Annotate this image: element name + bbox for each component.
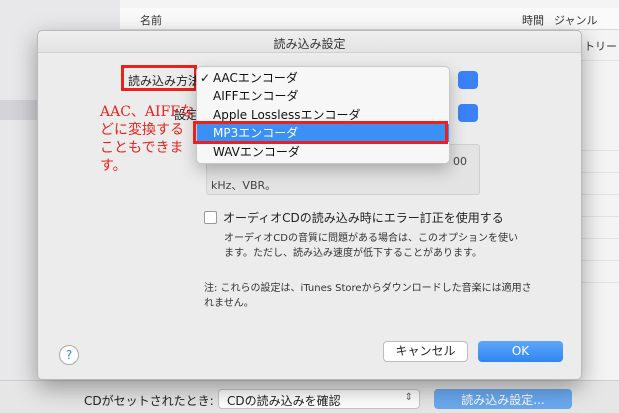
table-row (577, 260, 619, 261)
encoder-dropdown-menu: ✓ AACエンコーダ AIFFエンコーダ Apple Losslessエンコーダ… (196, 66, 450, 164)
cancel-button[interactable]: キャンセル (383, 341, 468, 362)
info-text-tail: 00 (453, 155, 467, 168)
menu-item-label: AIFFエンコーダ (213, 89, 299, 103)
error-correction-label: オーディオCDの読み込み時にエラー訂正を使用する (223, 211, 504, 225)
menu-item-label: MP3エンコーダ (213, 126, 299, 140)
menu-item-mp3[interactable]: MP3エンコーダ (197, 124, 449, 142)
error-correction-option[interactable]: オーディオCDの読み込み時にエラー訂正を使用する (204, 209, 504, 226)
table-row (577, 238, 619, 239)
cd-insert-select[interactable]: CDの読み込みを確認 ⇕ (218, 389, 420, 409)
annotation-text: AAC、AIFFなどに変換することもできます。 (100, 104, 195, 174)
error-correction-checkbox[interactable] (204, 211, 217, 224)
menu-item-aac[interactable]: ✓ AACエンコーダ (197, 69, 449, 87)
menu-item-apple-lossless[interactable]: Apple Losslessエンコーダ (197, 106, 449, 124)
column-name[interactable]: 名前 (140, 12, 162, 28)
table-row (577, 194, 619, 195)
table-row (577, 172, 619, 173)
menu-item-label: Apple Losslessエンコーダ (213, 108, 361, 122)
row-text: トリー (584, 40, 617, 53)
menu-item-label: WAVエンコーダ (213, 145, 300, 159)
menu-item-label: AACエンコーダ (213, 71, 298, 85)
setting-select-arrow[interactable] (458, 104, 478, 122)
cd-insert-label: CDがセットされたとき: (84, 394, 214, 408)
table-row (577, 60, 619, 61)
menu-item-aiff[interactable]: AIFFエンコーダ (197, 87, 449, 105)
import-settings-button[interactable]: 読み込み設定... (434, 389, 572, 409)
chevron-updown-icon: ⇕ (404, 392, 413, 403)
dialog-title: 読み込み設定 (38, 31, 581, 53)
error-correction-description: オーディオCDの音質に問題がある場合は、このオプションを使います。ただし、読み込… (224, 233, 518, 259)
help-button[interactable]: ? (59, 345, 79, 365)
import-method-select-arrow[interactable] (458, 71, 478, 89)
column-genre[interactable]: ジャンル (554, 12, 597, 28)
checkmark-icon: ✓ (200, 71, 211, 85)
itunes-store-note: 注: これらの設定は、iTunes Storeからダウンロードした音楽には適用さ… (204, 283, 532, 309)
import-method-label: 読み込み方法 (121, 65, 200, 91)
cd-insert-select-value: CDの読み込みを確認 (227, 394, 341, 408)
table-row (577, 150, 619, 151)
column-time[interactable]: 時間 (522, 12, 544, 28)
table-row (577, 282, 619, 283)
menu-item-wav[interactable]: WAVエンコーダ (197, 143, 449, 161)
info-text: kHz、VBR。 (211, 179, 277, 192)
ok-button[interactable]: OK (478, 341, 563, 362)
list-header (120, 8, 619, 30)
table-row (577, 216, 619, 217)
